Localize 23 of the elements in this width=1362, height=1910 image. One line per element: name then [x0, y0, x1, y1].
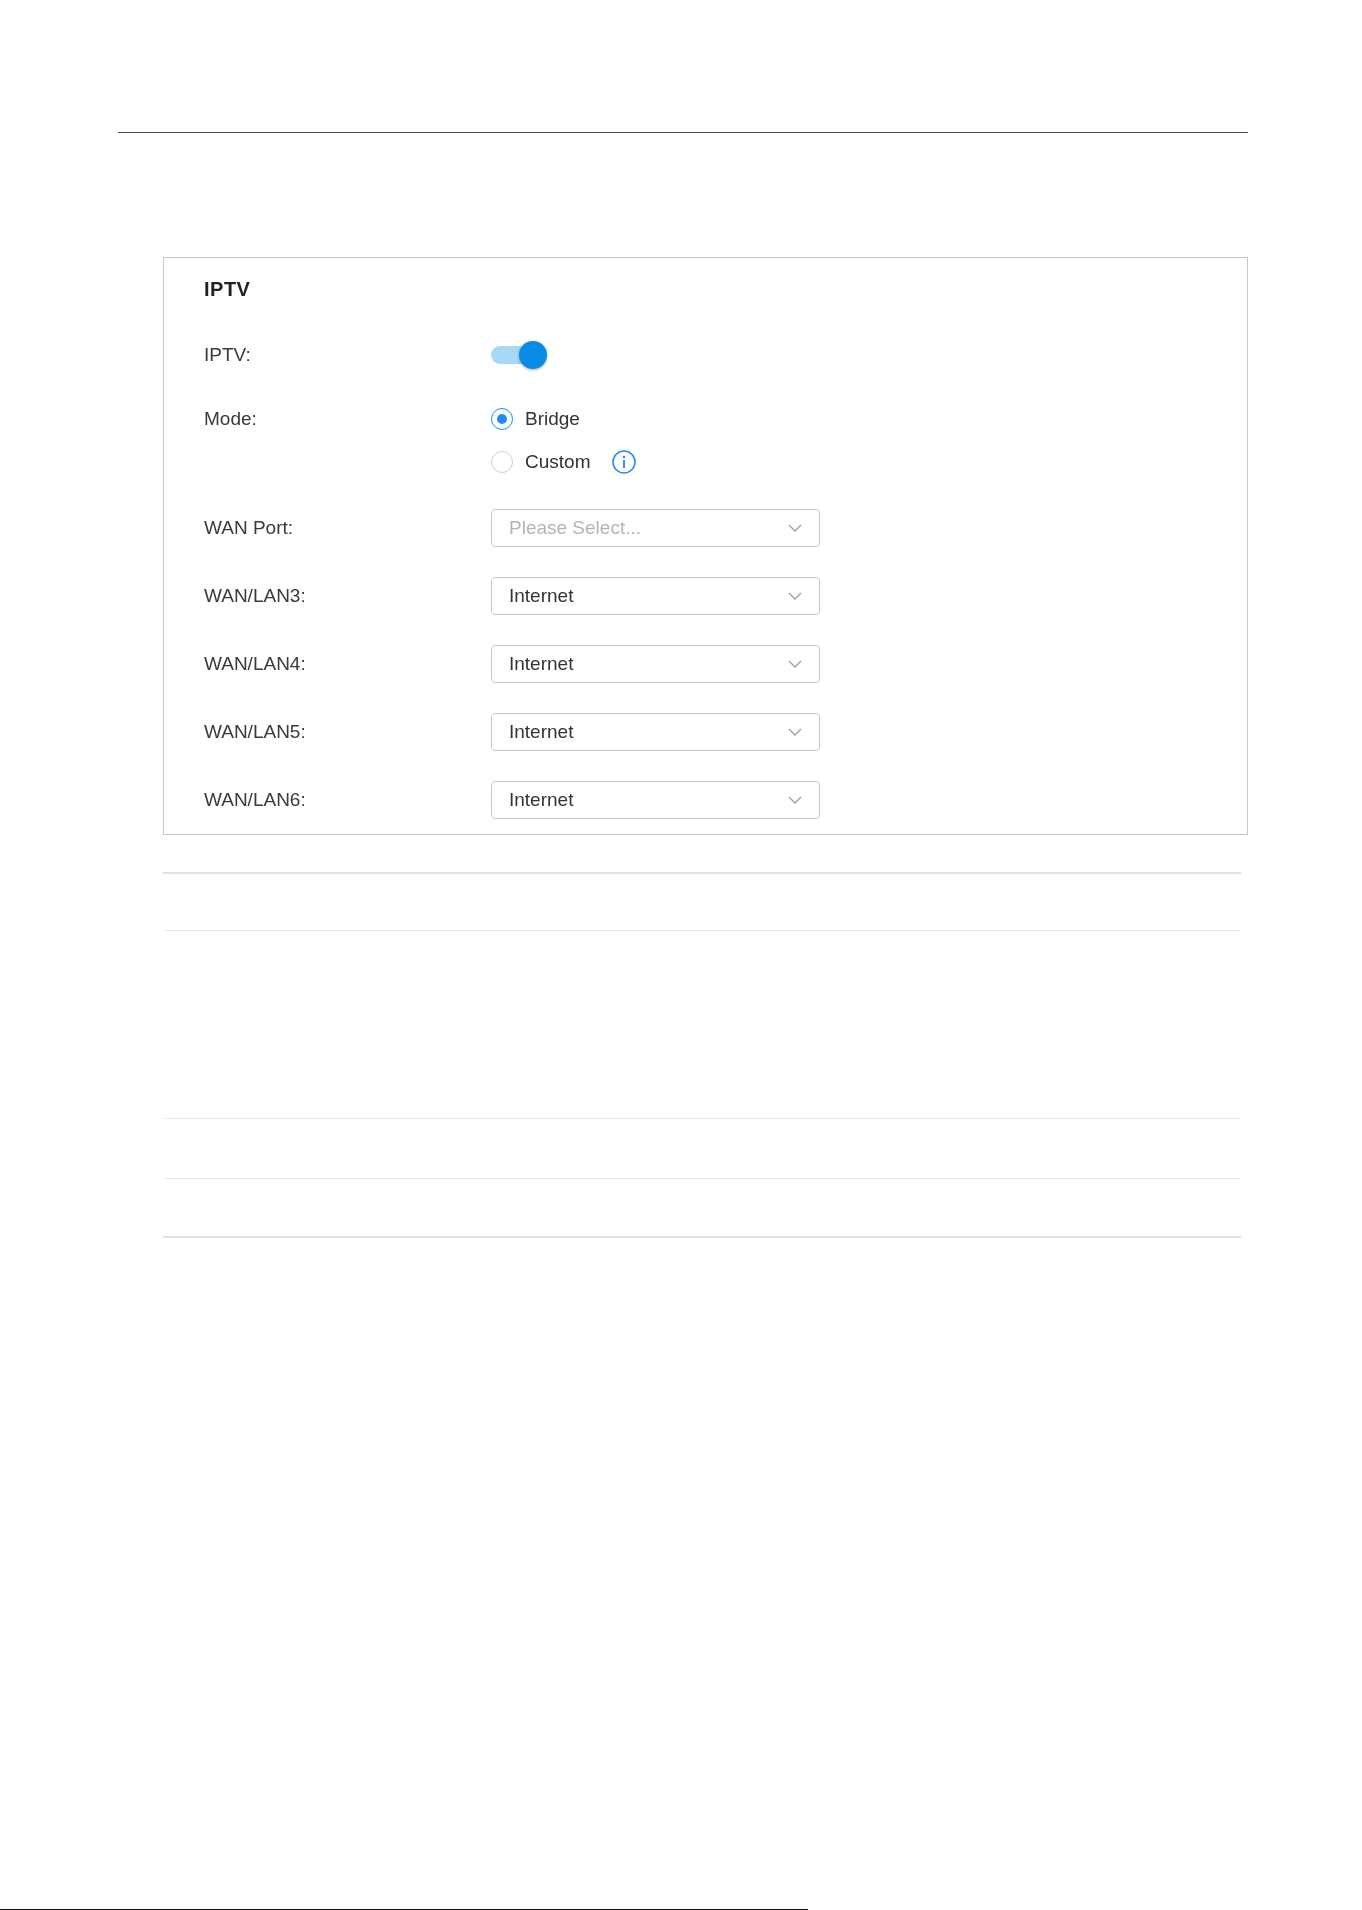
chevron-down-icon: [788, 592, 802, 600]
radio-button[interactable]: [491, 408, 513, 430]
field-label: WAN Port:: [204, 516, 294, 540]
field-label: WAN/LAN6:: [204, 788, 306, 812]
field-label: WAN/LAN3:: [204, 584, 306, 608]
field-label: WAN/LAN5:: [204, 720, 306, 744]
chevron-down-icon: [788, 796, 802, 804]
section-title: IPTV: [204, 277, 251, 302]
dropdown-select[interactable]: Internet: [491, 713, 820, 751]
chevron-down-icon: [788, 660, 802, 668]
radio-button[interactable]: [491, 451, 513, 473]
radio-label[interactable]: Bridge: [525, 407, 580, 431]
toggle-switch[interactable]: [491, 341, 547, 369]
chevron-down-icon: [788, 728, 802, 736]
field-label: IPTV:: [204, 343, 251, 367]
dropdown-select[interactable]: Internet: [491, 781, 820, 819]
radio-label[interactable]: Custom: [525, 450, 591, 474]
field-label: Mode:: [204, 407, 257, 431]
field-label: WAN/LAN4:: [204, 652, 306, 676]
info-icon[interactable]: [612, 450, 637, 474]
dropdown-select[interactable]: Internet: [491, 577, 820, 615]
chevron-down-icon: [788, 524, 802, 532]
dropdown-select[interactable]: Internet: [491, 645, 820, 683]
